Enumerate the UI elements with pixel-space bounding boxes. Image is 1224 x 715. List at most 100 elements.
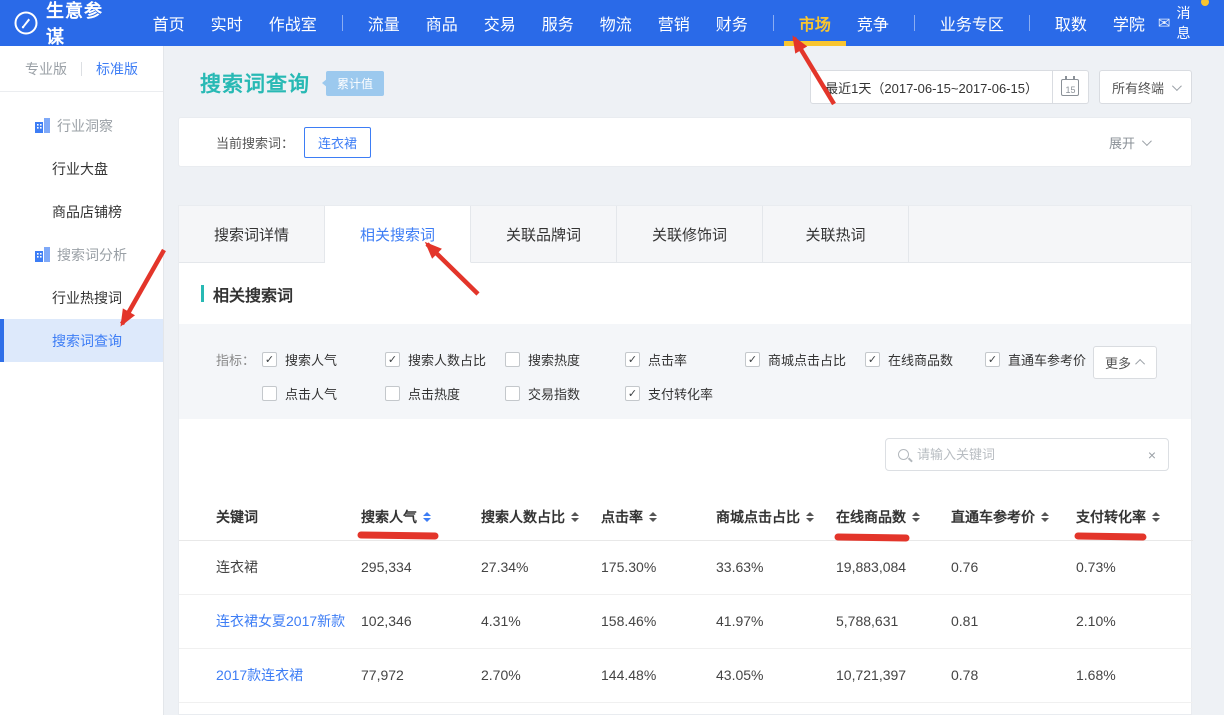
col-header-mall-click-ratio[interactable]: 商城点击占比 <box>716 494 836 540</box>
sort-icon[interactable] <box>1152 512 1160 522</box>
indicator-checkbox-trade-index[interactable]: 交易指数 <box>505 384 625 403</box>
section-title: 相关搜索词 <box>213 282 293 306</box>
checkbox-icon: ✓ <box>385 352 400 367</box>
indicator-label: 指标： <box>216 350 262 369</box>
col-header-keyword: 关键词 <box>179 494 361 540</box>
nav-item-business-zone[interactable]: 业务专区 <box>927 0 1017 46</box>
nav-item-competition[interactable]: 竞争 <box>844 0 902 46</box>
col-header-click-rate[interactable]: 点击率 <box>601 494 716 540</box>
nav-item-data-extract[interactable]: 取数 <box>1042 0 1100 46</box>
date-range-picker[interactable]: 最近1天（2017-06-15~2017-06-15） <box>810 70 1053 104</box>
sort-icon[interactable] <box>1041 512 1049 522</box>
tab-related-search-words[interactable]: 相关搜索词 <box>325 206 471 263</box>
keywords-table: 关键词 搜索人气 搜索人数占比 点击率 <box>179 494 1193 703</box>
tab-search-word-detail[interactable]: 搜索词详情 <box>179 206 325 262</box>
indicator-checkbox-payment-conversion[interactable]: ✓ 支付转化率 <box>625 384 745 403</box>
message-label: 消息 <box>1176 3 1200 43</box>
terminal-select[interactable]: 所有终端 <box>1099 70 1192 104</box>
indicator-checkbox-search-popularity[interactable]: ✓ 搜索人气 <box>262 350 385 369</box>
nav-item-realtime[interactable]: 实时 <box>198 0 256 46</box>
message-button[interactable]: ✉ 消息 <box>1158 3 1200 43</box>
indicator-checkbox-click-popularity[interactable]: 点击人气 <box>262 384 385 403</box>
tab-related-hot-words[interactable]: 关联热词 <box>763 206 909 262</box>
nav-item-marketing[interactable]: 营销 <box>645 0 703 46</box>
calendar-button[interactable]: 15 <box>1053 70 1089 104</box>
nav-item-war-room[interactable]: 作战室 <box>256 0 330 46</box>
indicator-checkbox-search-heat[interactable]: 搜索热度 <box>505 350 625 369</box>
date-range-group: 最近1天（2017-06-15~2017-06-15） 15 <box>810 70 1089 104</box>
checkbox-icon: ✓ <box>985 352 1000 367</box>
page-header: 搜索词查询 累计值 <box>200 68 384 98</box>
checkbox-icon: ✓ <box>865 352 880 367</box>
nav-item-logistics[interactable]: 物流 <box>587 0 645 46</box>
col-header-search-popularity[interactable]: 搜索人气 <box>361 494 481 540</box>
chevron-down-icon <box>1142 136 1152 146</box>
tab-standard-version[interactable]: 标准版 <box>96 59 138 79</box>
sort-icon[interactable] <box>912 512 920 522</box>
sort-icon[interactable] <box>649 512 657 522</box>
cumulative-value-badge: 累计值 <box>326 71 384 96</box>
col-header-payment-conversion[interactable]: 支付转化率 <box>1076 494 1193 540</box>
indicator-row-2: 点击人气 点击热度 交易指数 ✓ 支付转化率 <box>216 380 1191 406</box>
chevron-down-icon <box>1172 81 1182 91</box>
current-search-word-label: 当前搜索词： <box>216 133 294 152</box>
indicator-checkbox-mall-click-ratio[interactable]: ✓ 商城点击占比 <box>745 350 865 369</box>
expand-button[interactable]: 展开 <box>1109 133 1149 152</box>
sidebar-item-industry-overview[interactable]: 行业大盘 <box>0 147 163 190</box>
sidebar-item-search-word-query[interactable]: 搜索词查询 <box>0 319 163 362</box>
nav-divider <box>914 15 915 31</box>
tab-related-modifier-words[interactable]: 关联修饰词 <box>617 206 763 262</box>
checkbox-icon: ✓ <box>745 352 760 367</box>
keyword-link[interactable]: 2017款连衣裙 <box>179 648 361 702</box>
indicator-checkbox-click-rate[interactable]: ✓ 点击率 <box>625 350 745 369</box>
keyword-search-input[interactable] <box>917 447 1148 462</box>
col-header-ztc-reference-price[interactable]: 直通车参考价 <box>951 494 1076 540</box>
nav-item-home[interactable]: 首页 <box>140 0 198 46</box>
table-row: 2017款连衣裙 77,972 2.70% 144.48% 43.05% 10,… <box>179 648 1193 702</box>
keyword-link[interactable]: 连衣裙女夏2017新款 <box>179 594 361 648</box>
more-button[interactable]: 更多 <box>1093 346 1157 379</box>
nav-item-service[interactable]: 服务 <box>529 0 587 46</box>
nav-item-finance[interactable]: 财务 <box>703 0 761 46</box>
indicator-checkbox-searcher-ratio[interactable]: ✓ 搜索人数占比 <box>385 350 505 369</box>
current-keyword-chip[interactable]: 连衣裙 <box>304 127 371 158</box>
primary-nav: 首页 实时 作战室 流量 商品 交易 服务 物流 营销 财务 市场 竞争 业务专… <box>140 0 1158 46</box>
indicator-checkbox-ztc-reference-price[interactable]: ✓ 直通车参考价 <box>985 350 1105 369</box>
sidebar-group-industry-insight[interactable]: 行业洞察 <box>0 104 163 147</box>
nav-item-product[interactable]: 商品 <box>413 0 471 46</box>
sidebar-item-industry-hot-words[interactable]: 行业热搜词 <box>0 276 163 319</box>
sidebar: 专业版 标准版 行业洞察 行业大盘 商品店铺榜 <box>0 46 163 715</box>
tab-pro-version[interactable]: 专业版 <box>25 59 67 79</box>
checkbox-icon <box>385 386 400 401</box>
sort-icon[interactable] <box>806 512 814 522</box>
indicator-checkbox-click-heat[interactable]: 点击热度 <box>385 384 505 403</box>
nav-item-trade[interactable]: 交易 <box>471 0 529 46</box>
checkbox-icon <box>505 352 520 367</box>
sidebar-group-label: 搜索词分析 <box>57 245 127 265</box>
brand[interactable]: 生意参谋 <box>14 0 112 49</box>
section-accent-bar <box>201 285 204 302</box>
sidebar-group-search-word-analysis[interactable]: 搜索词分析 <box>0 233 163 276</box>
sort-icon[interactable] <box>423 512 431 522</box>
col-header-online-products[interactable]: 在线商品数 <box>836 494 951 540</box>
checkbox-icon <box>262 386 277 401</box>
nav-item-academy[interactable]: 学院 <box>1100 0 1158 46</box>
clear-icon[interactable]: × <box>1148 447 1156 463</box>
notification-dot <box>1201 0 1209 6</box>
checkbox-icon <box>505 386 520 401</box>
current-search-word-panel: 当前搜索词： 连衣裙 展开 <box>178 117 1192 167</box>
top-navbar: 生意参谋 首页 实时 作战室 流量 商品 交易 服务 物流 营销 财务 市场 竞… <box>0 0 1224 46</box>
mail-icon: ✉ <box>1158 14 1171 32</box>
indicator-checkbox-online-products[interactable]: ✓ 在线商品数 <box>865 350 985 369</box>
table-row: 连衣裙 295,334 27.34% 175.30% 33.63% 19,883… <box>179 540 1193 594</box>
sidebar-item-product-shop-ranking[interactable]: 商品店铺榜 <box>0 190 163 233</box>
sort-icon[interactable] <box>571 512 579 522</box>
col-header-searcher-ratio[interactable]: 搜索人数占比 <box>481 494 601 540</box>
sycm-page: 生意参谋 首页 实时 作战室 流量 商品 交易 服务 物流 营销 财务 市场 竞… <box>0 0 1224 715</box>
tab-related-brand-words[interactable]: 关联品牌词 <box>471 206 617 262</box>
building-icon <box>34 118 50 133</box>
nav-item-market[interactable]: 市场 <box>786 0 844 46</box>
page-title: 搜索词查询 <box>200 68 310 98</box>
nav-item-traffic[interactable]: 流量 <box>355 0 413 46</box>
chevron-up-icon <box>1135 359 1145 369</box>
